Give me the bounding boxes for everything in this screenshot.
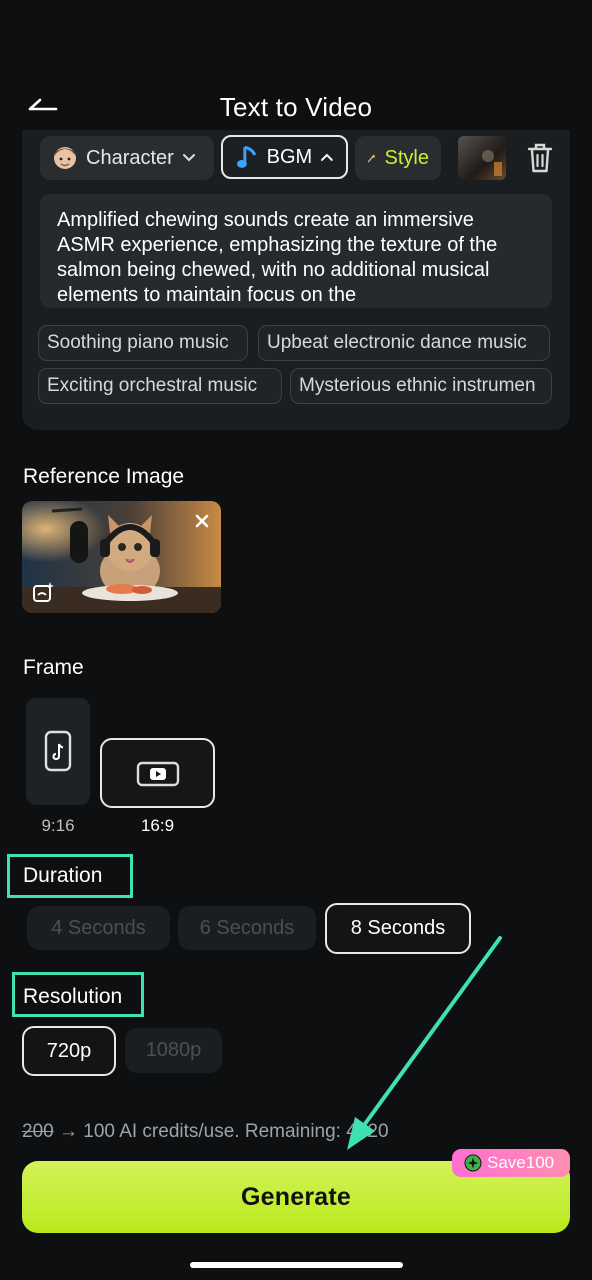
image-edit-icon[interactable] — [31, 580, 57, 604]
credit-arrow: → — [58, 1121, 78, 1142]
suggestion-chip[interactable]: Upbeat electronic dance music — [258, 325, 550, 361]
frame-title: Frame — [23, 656, 84, 679]
bgm-thumbnail[interactable] — [458, 136, 506, 180]
youtube-icon — [136, 761, 180, 787]
sparkle-coin-icon — [464, 1154, 482, 1172]
frame-label-9-16: 9:16 — [41, 816, 75, 835]
trash-icon[interactable] — [525, 142, 555, 174]
generate-button-label: Generate — [241, 1182, 351, 1211]
resolution-option-720p[interactable]: 720p — [22, 1026, 116, 1076]
old-credit-price: 200 — [22, 1121, 54, 1142]
credits-text: 100 AI credits/use. Remaining: 4920 — [83, 1121, 389, 1142]
tiktok-icon — [44, 730, 72, 772]
page-title: Text to Video — [219, 92, 373, 122]
character-chip[interactable]: Character — [40, 136, 214, 180]
music-note-icon — [236, 145, 257, 168]
bgm-chip[interactable]: BGM — [221, 135, 348, 179]
save-badge: Save100 — [452, 1149, 570, 1177]
suggestion-chip[interactable]: Exciting orchestral music — [38, 368, 282, 404]
style-chip-label: Style — [384, 146, 429, 169]
resolution-title: Resolution — [23, 985, 123, 1008]
reference-image-title: Reference Image — [23, 465, 185, 488]
frame-label-16-9: 16:9 — [140, 816, 175, 835]
duration-option-6s[interactable]: 6 Seconds — [178, 906, 316, 950]
bgm-chip-label: BGM — [266, 145, 313, 168]
duration-option-4s[interactable]: 4 Seconds — [27, 906, 170, 950]
prompt-textarea[interactable]: Amplified chewing sounds create an immer… — [40, 194, 552, 308]
prompt-card: Character BGM Style Amplified chewing so… — [22, 130, 570, 430]
credits-info: 200 → 100 AI credits/use. Remaining: 492… — [22, 1121, 389, 1143]
close-icon[interactable] — [193, 512, 211, 530]
chevron-down-icon — [182, 154, 195, 162]
suggestion-chip[interactable]: Mysterious ethnic instrumen — [290, 368, 552, 404]
duration-option-8s[interactable]: 8 Seconds — [325, 903, 471, 954]
magic-wand-icon — [367, 154, 376, 163]
resolution-option-1080p[interactable]: 1080p — [125, 1028, 222, 1073]
home-indicator — [190, 1262, 403, 1268]
character-avatar-icon — [54, 147, 76, 169]
character-chip-label: Character — [86, 146, 174, 169]
chevron-up-icon — [321, 153, 334, 161]
suggestion-chip[interactable]: Soothing piano music — [38, 325, 248, 361]
duration-title: Duration — [23, 864, 103, 887]
save-badge-label: Save100 — [487, 1153, 555, 1172]
prompt-text: Amplified chewing sounds create an immer… — [57, 209, 498, 306]
style-chip[interactable]: Style — [355, 136, 441, 180]
